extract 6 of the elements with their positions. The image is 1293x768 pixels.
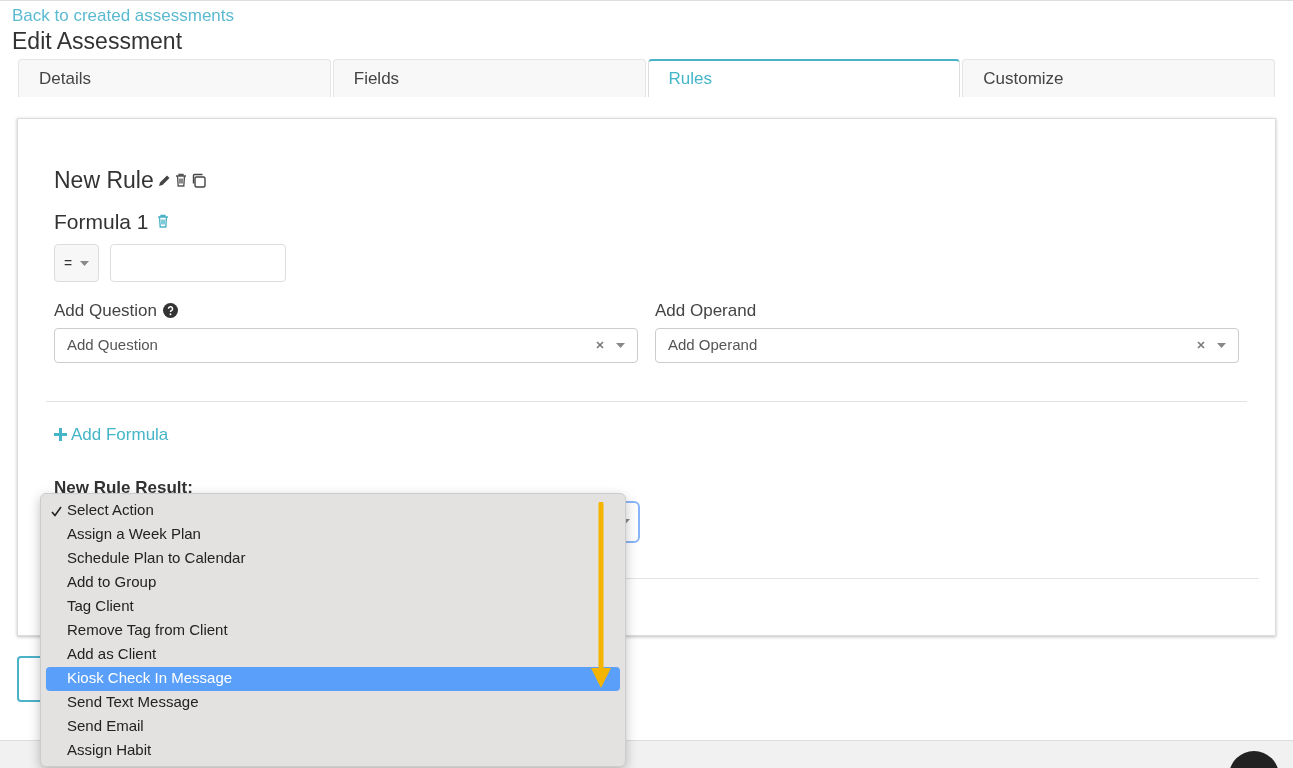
page-title: Edit Assessment (12, 27, 184, 55)
formula-title: Formula 1 (54, 208, 149, 235)
rule-name: New Rule (54, 166, 154, 195)
field-label: Add Question (54, 298, 638, 324)
field-label: Add Operand (655, 300, 758, 322)
result-label: New Rule Result: (54, 477, 194, 498)
